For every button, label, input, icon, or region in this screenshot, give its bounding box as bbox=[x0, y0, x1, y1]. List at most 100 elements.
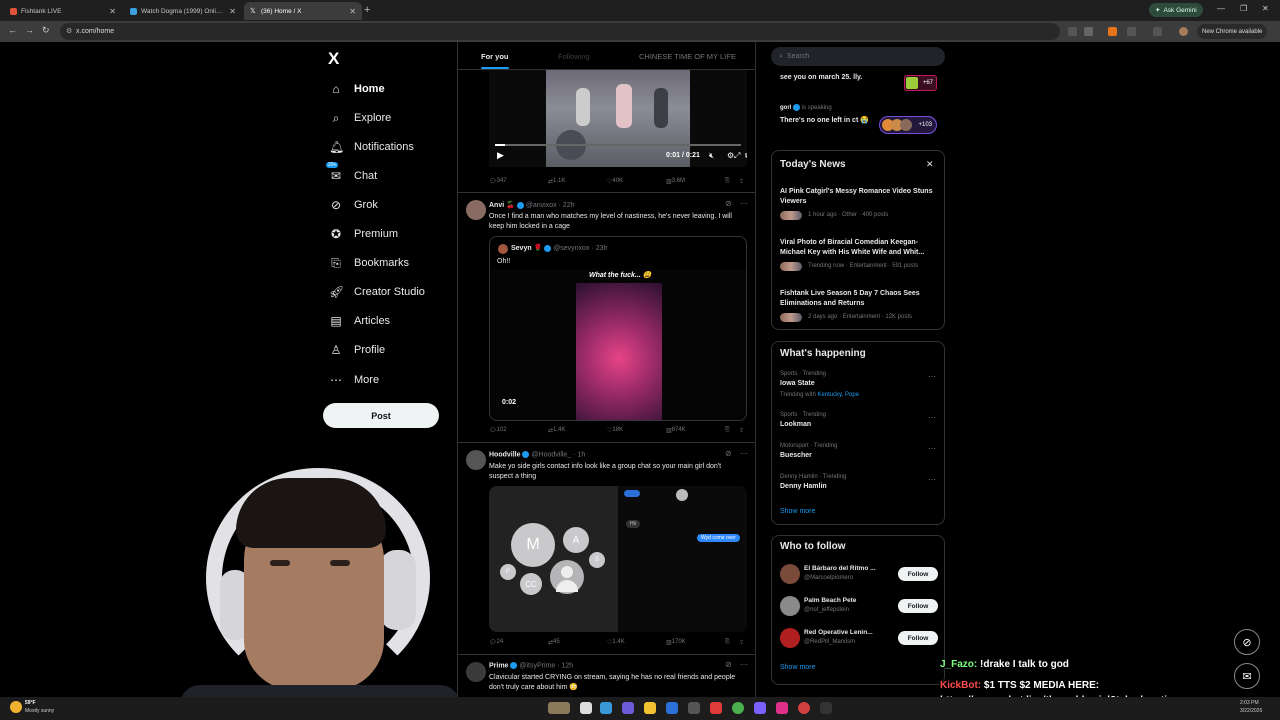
bookmark-icon[interactable]: ⎘ bbox=[725, 639, 730, 646]
app-icon[interactable] bbox=[776, 702, 788, 714]
minimize-icon[interactable]: — bbox=[1217, 4, 1225, 13]
side-panel-icon[interactable] bbox=[1153, 27, 1162, 36]
nav-item-creator-studio[interactable]: 🚀︎ Creator Studio bbox=[329, 283, 425, 301]
more-options-icon[interactable]: ⋯ bbox=[928, 444, 936, 453]
like-button[interactable]: ♡ 1.4K bbox=[607, 639, 625, 646]
trend-topic[interactable]: Lookman bbox=[780, 421, 811, 428]
chrome-icon[interactable] bbox=[732, 702, 744, 714]
search-input[interactable]: ⌕ Search bbox=[771, 47, 945, 66]
forward-icon[interactable]: → bbox=[25, 25, 34, 35]
views-button[interactable]: ▥ 170K bbox=[666, 639, 686, 646]
tab-x-home[interactable]: 𝕏 (36) Home / X ✕ bbox=[244, 2, 362, 20]
show-more-link[interactable]: Show more bbox=[780, 664, 815, 671]
extension-icon[interactable] bbox=[1108, 27, 1117, 36]
pip-icon[interactable]: ⧉ bbox=[745, 151, 747, 161]
nav-item-notifications[interactable]: 🔔︎ Notifications bbox=[329, 138, 414, 156]
fullscreen-icon[interactable]: ⤢ bbox=[734, 151, 740, 161]
app-icon[interactable] bbox=[798, 702, 810, 714]
avatar[interactable] bbox=[466, 200, 486, 220]
play-icon[interactable]: ▶ bbox=[497, 150, 504, 161]
nav-item-more[interactable]: ⋯ More bbox=[329, 371, 379, 389]
reload-icon[interactable]: ↻ bbox=[42, 25, 50, 36]
more-options-icon[interactable]: ⋯ bbox=[740, 199, 748, 208]
tweet-image[interactable]: M A S P CC Hii Wyd come over bbox=[489, 486, 747, 632]
nav-item-explore[interactable]: ⌕ Explore bbox=[329, 109, 392, 127]
app-icon[interactable] bbox=[710, 702, 722, 714]
avatar[interactable] bbox=[780, 628, 800, 648]
nav-item-bookmarks[interactable]: ⎘ Bookmarks bbox=[329, 254, 409, 272]
share-icon[interactable]: ⇪ bbox=[739, 178, 744, 185]
author-name[interactable]: Hoodville bbox=[489, 451, 521, 458]
file-explorer-icon[interactable] bbox=[644, 702, 656, 714]
close-window-icon[interactable]: ✕ bbox=[1262, 4, 1269, 13]
video-player[interactable]: ▶ 0:01 / 0:21 🔇︎ ⚙ ⧉ bbox=[489, 70, 747, 167]
avatar[interactable] bbox=[780, 564, 800, 584]
grok-icon[interactable]: ⊘ bbox=[725, 199, 732, 208]
show-more-link[interactable]: Show more bbox=[780, 508, 815, 515]
app-icon[interactable] bbox=[754, 702, 766, 714]
views-button[interactable]: ▥ 3.6M bbox=[666, 178, 685, 185]
mute-icon[interactable]: 🔇︎ bbox=[709, 151, 714, 161]
grok-icon[interactable]: ⊘ bbox=[725, 449, 732, 458]
more-options-icon[interactable]: ⋯ bbox=[740, 660, 748, 669]
more-options-icon[interactable]: ⋯ bbox=[740, 449, 748, 458]
app-icon[interactable] bbox=[666, 702, 678, 714]
follow-user-name[interactable]: El Bárbaro del Ritmo ... bbox=[804, 565, 876, 572]
author-name[interactable]: Anvi bbox=[489, 202, 504, 209]
new-tab-button[interactable]: + bbox=[364, 4, 370, 16]
close-icon[interactable]: ✕ bbox=[229, 7, 236, 16]
app-icon[interactable] bbox=[688, 702, 700, 714]
reply-button[interactable]: 💬︎ 102 bbox=[489, 427, 507, 434]
more-options-icon[interactable]: ⋯ bbox=[928, 475, 936, 484]
share-icon[interactable]: ⇪ bbox=[739, 639, 744, 646]
nav-item-premium[interactable]: ✪ Premium bbox=[329, 225, 398, 243]
post-button[interactable]: Post bbox=[323, 403, 439, 428]
author-handle[interactable]: @Hoodville_ · 1h bbox=[531, 451, 585, 458]
follow-button[interactable]: Follow bbox=[898, 567, 938, 581]
avatar[interactable] bbox=[466, 450, 486, 470]
tab-for-you[interactable]: For you bbox=[481, 52, 509, 61]
site-info-icon[interactable]: ⚙ bbox=[66, 27, 72, 35]
repost-button[interactable]: ⇄ 45 bbox=[548, 639, 560, 646]
tab-following[interactable]: Following bbox=[558, 52, 590, 61]
follow-button[interactable]: Follow bbox=[898, 631, 938, 645]
new-chrome-available-button[interactable]: New Chrome available bbox=[1197, 24, 1268, 39]
more-options-icon[interactable]: ⋯ bbox=[928, 413, 936, 422]
share-icon[interactable]: ⇪ bbox=[739, 427, 744, 434]
maximize-icon[interactable]: ❐ bbox=[1240, 4, 1247, 13]
follow-button[interactable]: Follow bbox=[898, 599, 938, 613]
messages-float-icon[interactable]: ✉ bbox=[1234, 663, 1260, 689]
profile-avatar[interactable] bbox=[1179, 27, 1188, 36]
install-app-icon[interactable] bbox=[1068, 27, 1077, 36]
x-logo[interactable]: X bbox=[328, 49, 339, 69]
repost-button[interactable]: ⇄ 1.4K bbox=[548, 427, 565, 434]
ask-gemini-button[interactable]: ✦ Ask Gemini bbox=[1149, 3, 1203, 17]
reply-button[interactable]: 💬︎ 24 bbox=[489, 639, 503, 646]
news-headline[interactable]: Fishtank Live Season 5 Day 7 Chaos Sees … bbox=[780, 289, 938, 309]
close-icon[interactable]: ✕ bbox=[926, 159, 934, 170]
nav-item-chat[interactable]: ✉ 20+ Chat bbox=[326, 162, 377, 185]
nav-item-articles[interactable]: ▤ Articles bbox=[329, 312, 390, 330]
trend-topic[interactable]: Iowa State bbox=[780, 380, 815, 387]
quote-video[interactable]: What the fuck... 😩 0:02 bbox=[490, 269, 746, 420]
grok-icon[interactable]: ⊘ bbox=[725, 660, 732, 669]
close-icon[interactable]: ✕ bbox=[109, 7, 116, 16]
nav-item-grok[interactable]: ⊘ Grok bbox=[329, 196, 378, 214]
video-progress-bar[interactable] bbox=[495, 144, 741, 146]
author-handle[interactable]: @anvixox · 22h bbox=[526, 202, 575, 209]
author-name[interactable]: Prime bbox=[489, 662, 508, 669]
app-icon[interactable] bbox=[622, 702, 634, 714]
space-title[interactable]: There's no one left in ct 😭 bbox=[780, 116, 870, 126]
puzzle-icon[interactable] bbox=[1127, 27, 1136, 36]
task-view-icon[interactable] bbox=[580, 702, 592, 714]
like-button[interactable]: ♡ 40K bbox=[607, 178, 623, 185]
app-icon[interactable] bbox=[600, 702, 612, 714]
bookmark-icon[interactable]: ⎘ bbox=[725, 427, 730, 434]
news-headline[interactable]: Viral Photo of Biracial Comedian Keegan-… bbox=[780, 238, 938, 258]
url-input[interactable]: ⚙ x.com/home bbox=[60, 23, 1060, 40]
listener-count[interactable]: +103 bbox=[879, 116, 937, 134]
nav-item-profile[interactable]: ♙ Profile bbox=[329, 341, 386, 359]
trend-related-links[interactable]: Kentucky, Pope bbox=[817, 392, 859, 398]
like-button[interactable]: ♡ 18K bbox=[607, 427, 623, 434]
repost-button[interactable]: ⇄ 1.1K bbox=[548, 178, 565, 185]
